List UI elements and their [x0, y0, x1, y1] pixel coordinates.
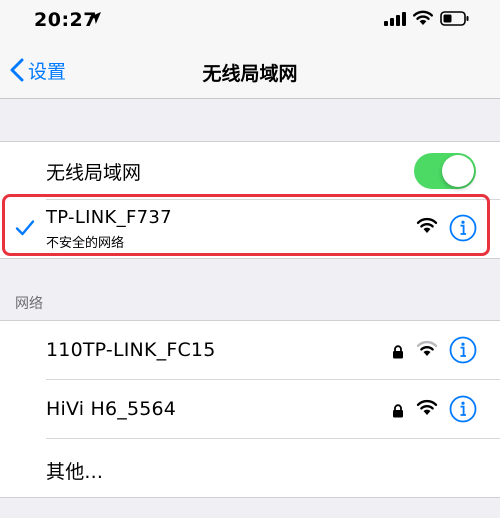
connected-network-security: 不安全的网络	[46, 236, 125, 251]
network-name: 110TP-LINK_FC15	[46, 339, 216, 361]
status-bar: 20:27	[0, 0, 500, 40]
location-arrow-icon	[89, 12, 101, 24]
connected-network-row[interactable]: TP-LINK_F737 不安全的网络	[0, 200, 500, 258]
cellular-signal-icon	[384, 12, 406, 26]
wlan-toggle-switch[interactable]	[414, 153, 476, 189]
lock-icon	[393, 345, 403, 359]
network-name: HiVi H6_5564	[46, 398, 177, 420]
networks-list: 110TP-LINK_FC15 HiVi H6_5564 其他...	[0, 320, 500, 498]
battery-icon	[440, 11, 469, 26]
wifi-signal-icon	[416, 399, 438, 415]
page-title: 无线局域网	[202, 63, 298, 85]
wlan-toggle-label: 无线局域网	[46, 162, 142, 184]
checkmark-icon	[15, 220, 35, 236]
info-icon[interactable]	[449, 336, 477, 364]
wifi-icon	[413, 10, 433, 25]
networks-section-header: 网络	[15, 296, 43, 312]
network-row[interactable]: HiVi H6_5564	[0, 380, 500, 438]
wlan-toggle-row: 无线局域网	[0, 142, 500, 198]
connected-network-name: TP-LINK_F737	[46, 207, 172, 228]
network-row[interactable]: 110TP-LINK_FC15	[0, 321, 500, 379]
info-icon[interactable]	[449, 214, 477, 242]
wifi-signal-icon	[416, 217, 438, 233]
lock-icon	[393, 404, 403, 418]
wifi-signal-icon	[416, 340, 438, 356]
wlan-group: 无线局域网 TP-LINK_F737 不安全的网络	[0, 141, 500, 259]
other-network-label: 其他...	[46, 461, 104, 483]
other-network-row[interactable]: 其他...	[0, 439, 500, 497]
toggle-knob	[442, 155, 474, 187]
info-icon[interactable]	[449, 395, 477, 423]
navigation-bar: 设置 无线局域网	[0, 40, 500, 99]
